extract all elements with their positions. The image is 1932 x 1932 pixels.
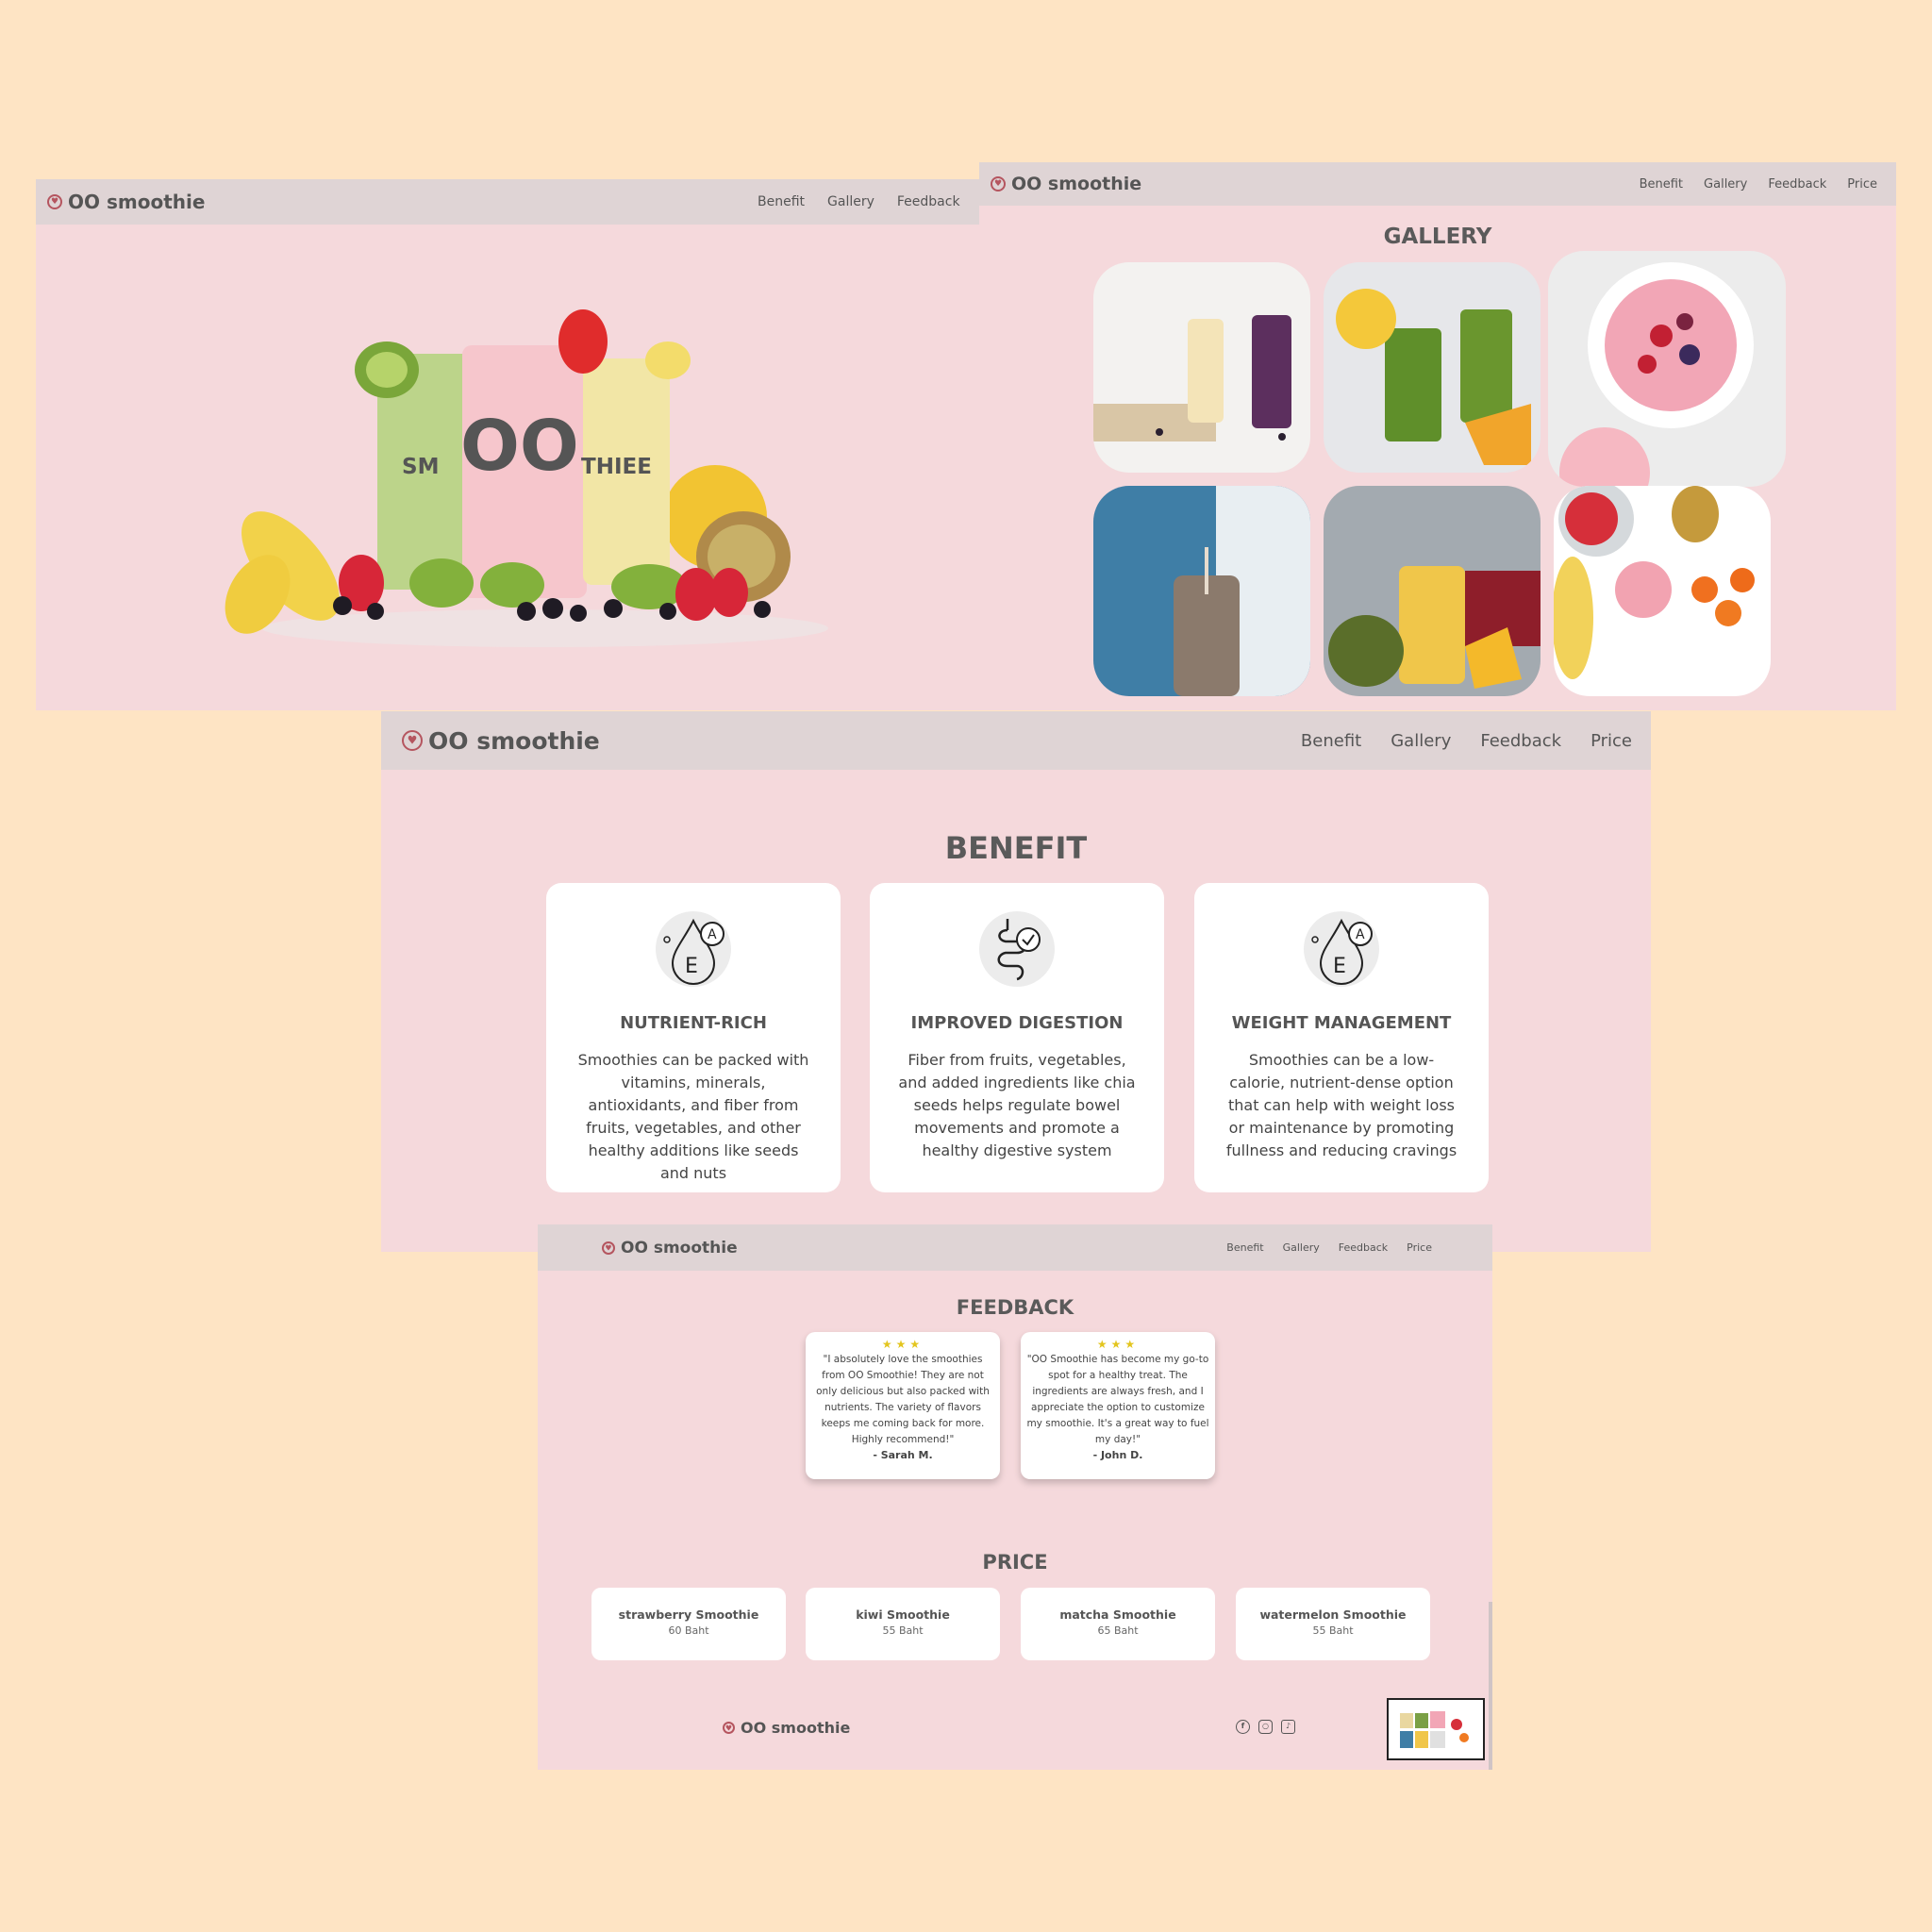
price-item-name: kiwi Smoothie <box>856 1607 950 1622</box>
preview-thumbnail[interactable] <box>1387 1698 1485 1760</box>
gallery-image[interactable] <box>1093 262 1310 473</box>
nav-feedback[interactable]: Feedback <box>1339 1241 1388 1254</box>
svg-text:A: A <box>1356 927 1365 942</box>
hero-title-left: SM <box>402 455 440 479</box>
gallery-image[interactable] <box>1548 251 1786 487</box>
price-item-name: matcha Smoothie <box>1059 1607 1176 1622</box>
benefit-card: AE WEIGHT MANAGEMENT Smoothies can be a … <box>1194 883 1489 1192</box>
price-card[interactable]: watermelon Smoothie 55 Baht <box>1236 1588 1430 1660</box>
nav-benefit[interactable]: Benefit <box>1301 731 1361 751</box>
feedback-quote: "OO Smoothie has become my go-to spot fo… <box>1026 1354 1209 1445</box>
benefit-card-text: Smoothies can be packed with vitamins, m… <box>577 1051 809 1182</box>
digestion-icon <box>979 911 1055 987</box>
svg-text:E: E <box>1333 955 1346 978</box>
nav-benefit[interactable]: Benefit <box>1640 177 1683 192</box>
gallery-title: GALLERY <box>1383 225 1492 249</box>
nutrient-icon: AE <box>1304 911 1379 987</box>
benefit-card-title: WEIGHT MANAGEMENT <box>1231 1013 1452 1033</box>
star-rating-icon: ★★★ <box>881 1338 924 1351</box>
benefit-card-text: Smoothies can be a low-calorie, nutrient… <box>1225 1051 1457 1159</box>
benefit-panel: OO smoothie Benefit Gallery Feedback Pri… <box>381 711 1651 1252</box>
heart-logo-icon <box>602 1241 615 1255</box>
gallery-image[interactable] <box>1324 486 1541 696</box>
heart-logo-icon <box>402 730 423 751</box>
facebook-icon[interactable]: f <box>1236 1720 1250 1734</box>
nav-price[interactable]: Price <box>1407 1241 1432 1254</box>
feedback-card: ★★★ "OO Smoothie has become my go-to spo… <box>1021 1332 1215 1479</box>
nav-price[interactable]: Price <box>1591 731 1632 751</box>
nutrient-icon: AE <box>656 911 731 987</box>
price-item-price: 55 Baht <box>1312 1624 1354 1637</box>
heart-logo-icon <box>723 1722 735 1734</box>
benefit-card-text: Fiber from fruits, vegetables, and added… <box>898 1051 1136 1159</box>
hero-panel: OO smoothie Benefit Gallery Feedback P <box>36 179 979 710</box>
nav-links: Benefit Gallery Feedback Price <box>1208 1241 1432 1254</box>
brand-logo[interactable]: OO smoothie <box>402 727 600 755</box>
star-rating-icon: ★★★ <box>1096 1338 1140 1351</box>
feedback-price-panel: OO smoothie Benefit Gallery Feedback Pri… <box>538 1224 1492 1770</box>
benefit-title: BENEFIT <box>944 830 1088 866</box>
price-card[interactable]: matcha Smoothie 65 Baht <box>1021 1588 1215 1660</box>
price-item-price: 65 Baht <box>1097 1624 1139 1637</box>
footer-brand-name: OO smoothie <box>741 1719 851 1737</box>
svg-text:E: E <box>685 955 698 978</box>
svg-text:A: A <box>708 927 717 942</box>
nav-gallery[interactable]: Gallery <box>1283 1241 1320 1254</box>
gallery-image[interactable] <box>1093 486 1310 696</box>
feedback-author: - Sarah M. <box>873 1449 933 1461</box>
footer-brand[interactable]: OO smoothie <box>723 1719 850 1737</box>
feedback-title: FEEDBACK <box>956 1296 1074 1319</box>
nav-feedback[interactable]: Feedback <box>1480 731 1561 751</box>
gallery-panel: OO smoothie Benefit Gallery Feedback Pri… <box>979 162 1896 710</box>
nav-links: Benefit Gallery Feedback Price <box>1272 731 1632 751</box>
nav-benefit[interactable]: Benefit <box>1226 1241 1263 1254</box>
price-item-price: 55 Baht <box>882 1624 924 1637</box>
brand-name: OO smoothie <box>621 1238 738 1257</box>
brand-name: OO smoothie <box>428 726 600 755</box>
feedback-card: ★★★ "I absolutely love the smoothies fro… <box>806 1332 1000 1479</box>
nav-gallery[interactable]: Gallery <box>1704 177 1747 192</box>
tiktok-icon[interactable]: ♪ <box>1281 1720 1295 1734</box>
navbar: OO smoothie Benefit Gallery Feedback Pri… <box>538 1224 1492 1271</box>
nav-links: Benefit Gallery Feedback Price <box>1619 177 1877 192</box>
gallery-image[interactable] <box>1324 262 1541 473</box>
brand-logo[interactable]: OO smoothie <box>602 1239 738 1257</box>
scrollbar[interactable] <box>1489 1602 1492 1770</box>
benefit-card: IMPROVED DIGESTION Fiber from fruits, ve… <box>870 883 1164 1192</box>
navbar: OO smoothie Benefit Gallery Feedback Pri… <box>979 162 1896 206</box>
nav-gallery[interactable]: Gallery <box>1391 731 1451 751</box>
gallery-image[interactable] <box>1554 486 1771 696</box>
nav-feedback[interactable]: Feedback <box>1768 177 1826 192</box>
feedback-author: - John D. <box>1092 1449 1143 1461</box>
benefit-card-title: IMPROVED DIGESTION <box>910 1013 1124 1033</box>
instagram-icon[interactable]: ○ <box>1258 1720 1273 1734</box>
hero-title-right: THIEE <box>581 455 652 479</box>
brand-name: OO smoothie <box>1011 174 1142 194</box>
benefit-card: AE NUTRIENT-RICH Smoothies can be packed… <box>546 883 841 1192</box>
price-item-name: watermelon Smoothie <box>1259 1607 1407 1622</box>
price-item-name: strawberry Smoothie <box>618 1607 759 1622</box>
nav-price[interactable]: Price <box>1847 177 1877 192</box>
brand-logo[interactable]: OO smoothie <box>991 174 1141 194</box>
price-title: PRICE <box>982 1551 1048 1574</box>
hero-title-center: OO <box>460 406 579 487</box>
price-card[interactable]: strawberry Smoothie 60 Baht <box>591 1588 786 1660</box>
feedback-quote: "I absolutely love the smoothies from OO… <box>816 1354 990 1445</box>
price-item-price: 60 Baht <box>668 1624 709 1637</box>
navbar: OO smoothie Benefit Gallery Feedback Pri… <box>381 711 1651 770</box>
heart-logo-icon <box>991 176 1006 192</box>
price-card[interactable]: kiwi Smoothie 55 Baht <box>806 1588 1000 1660</box>
benefit-card-title: NUTRIENT-RICH <box>620 1013 767 1033</box>
